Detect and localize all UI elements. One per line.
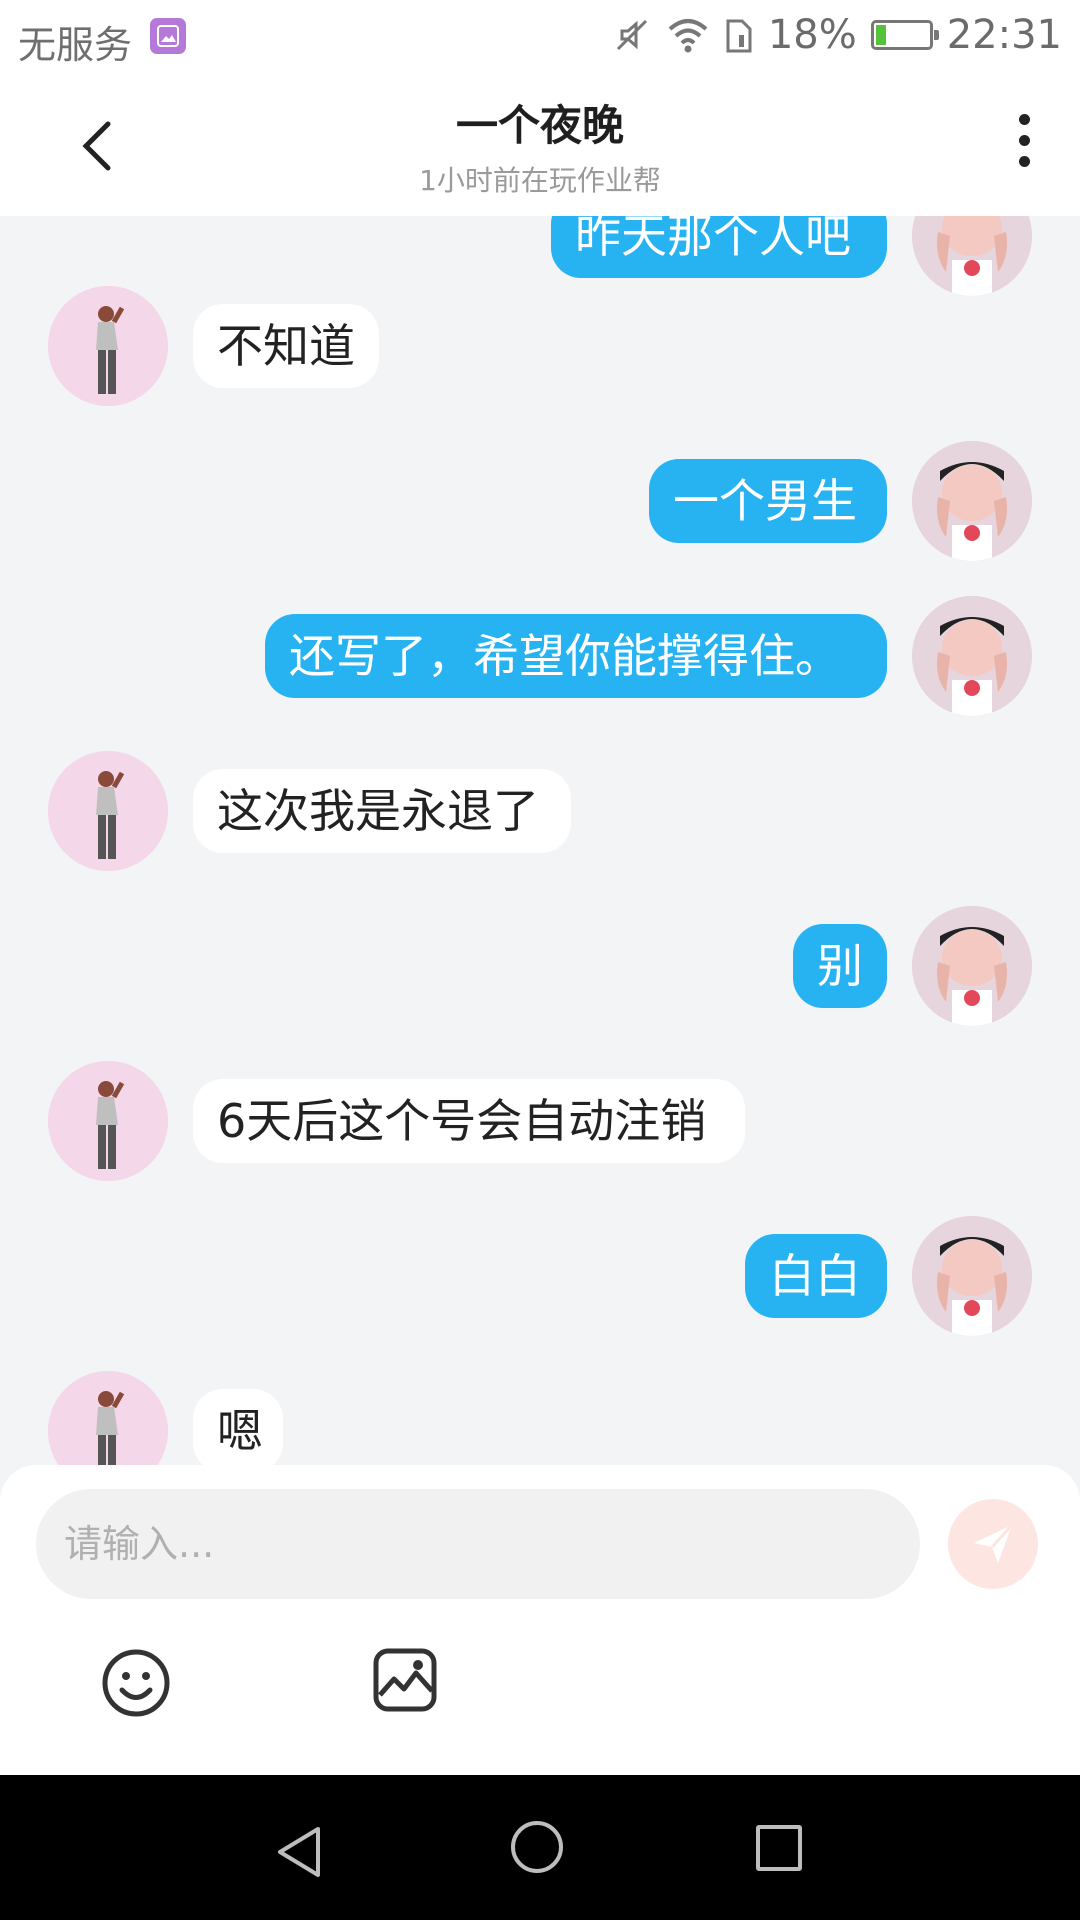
more-vertical-icon [1004,114,1044,167]
photo-notification-icon [150,18,186,54]
chat-header: 一个夜晚 1小时前在玩作业帮 [0,74,1080,216]
wifi-icon [668,19,708,53]
status-icons: 18% 22:31 [612,10,1062,60]
status-bar: 无服务 18% 22:31 [0,0,1080,74]
emoji-icon [102,1649,170,1717]
my-avatar[interactable] [912,1216,1032,1336]
clock: 22:31 [946,12,1062,58]
sim-icon [726,19,752,53]
send-button[interactable] [948,1499,1038,1589]
more-options-button[interactable] [1004,114,1044,178]
system-navigation-bar [0,1775,1080,1920]
sent-message-bubble[interactable]: 昨天那个人吧 [551,216,887,278]
contact-avatar[interactable] [48,1371,168,1468]
compose-panel [0,1465,1080,1775]
battery-charging-icon [870,20,939,50]
sent-message-bubble[interactable]: 白白 [745,1234,887,1318]
nav-home-icon[interactable] [511,1821,563,1873]
contact-avatar[interactable] [48,751,168,871]
message-input[interactable] [36,1489,920,1599]
sent-message-bubble[interactable]: 一个男生 [649,459,887,543]
title-block: 一个夜晚 1小时前在玩作业帮 [0,92,1080,199]
mute-icon [616,19,647,51]
nav-recents-icon[interactable] [756,1825,802,1871]
image-icon [373,1648,437,1712]
emoji-button[interactable] [100,1647,172,1719]
received-message-bubble[interactable]: 6天后这个号会自动注销 [193,1079,745,1163]
nav-back-icon[interactable] [274,1825,324,1879]
carrier-label: 无服务 [18,23,133,67]
image-button[interactable] [372,1647,438,1713]
my-avatar[interactable] [912,906,1032,1026]
received-message-bubble[interactable]: 不知道 [193,304,379,388]
message-list[interactable]: 昨天那个人吧不知道一个男生还写了，希望你能撑得住。这次我是永退了别 6天后这个号会… [0,216,1080,1468]
my-avatar[interactable] [912,216,1032,296]
my-avatar[interactable] [912,596,1032,716]
battery-percent: 18% [767,12,857,58]
contact-activity-status: 1小时前在玩作业帮 [419,164,661,197]
sent-message-bubble[interactable]: 还写了，希望你能撑得住。 [265,614,887,698]
contact-avatar[interactable] [48,1061,168,1181]
my-avatar[interactable] [912,441,1032,561]
page-title: 一个夜晚 [455,101,624,150]
received-message-bubble[interactable]: 这次我是永退了 [193,769,571,853]
sent-message-bubble[interactable]: 别 [793,924,887,1008]
contact-avatar[interactable] [48,286,168,406]
received-message-bubble[interactable]: 嗯 [193,1389,283,1468]
send-icon [974,1523,1014,1563]
